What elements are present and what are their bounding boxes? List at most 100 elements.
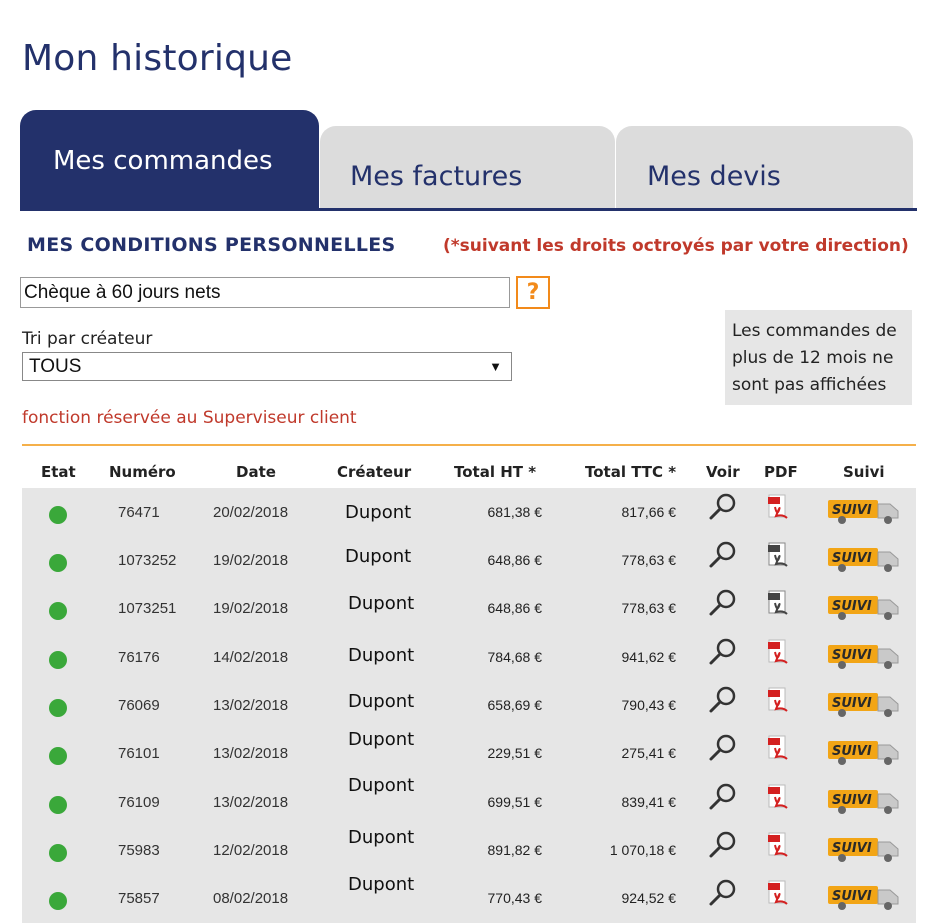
tab-label: Mes factures (350, 160, 523, 192)
suivi-truck-icon[interactable]: SUIVI (828, 594, 902, 622)
order-total-ttc: 1 070,18 € (609, 842, 676, 858)
order-total-ht: 229,51 € (487, 745, 543, 761)
suivi-label: SUIVI (832, 503, 872, 518)
table-row: 76176 14/02/2018 Dupont 784,68 € 941,62 € SUI… (22, 633, 916, 681)
column-header-numero: Numéro (109, 463, 176, 481)
section-divider (22, 444, 916, 446)
order-total-ht: 658,69 € (487, 697, 543, 713)
order-number: 76471 (118, 504, 160, 521)
table-row: 75857 08/02/2018 Dupont 770,43 € 924,52 € SUI… (22, 874, 916, 922)
tri-label: Tri par créateur (22, 329, 153, 349)
order-total-ht: 770,43 € (487, 890, 543, 906)
column-header-etat: Etat (41, 463, 76, 481)
magnifier-icon[interactable] (707, 685, 739, 715)
order-total-ht: 784,68 € (487, 649, 543, 665)
table-row: 76109 13/02/2018 Dupont 699,51 € 839,41 € SUI… (22, 775, 916, 826)
info-line: Les commandes de (732, 321, 897, 341)
table-row: 1073252 19/02/2018 Dupont 648,86 € 778,63 € S… (22, 536, 916, 584)
status-green-icon (49, 506, 67, 524)
pdf-grey-icon[interactable] (767, 590, 791, 618)
pdf-red-icon[interactable] (767, 784, 791, 812)
info-box: Les commandes de plus de 12 mois ne sont… (725, 310, 912, 405)
suivi-truck-icon[interactable]: SUIVI (828, 498, 902, 526)
magnifier-icon[interactable] (707, 830, 739, 860)
order-total-ttc: 941,62 € (621, 649, 677, 665)
order-date: 19/02/2018 (213, 600, 289, 617)
order-total-ht: 681,38 € (487, 504, 543, 520)
suivi-truck-icon[interactable]: SUIVI (828, 836, 902, 864)
order-total-ht: 891,82 € (487, 842, 543, 858)
column-header-date: Date (236, 463, 276, 481)
tab-label: Mes devis (647, 160, 781, 192)
suivi-truck-icon[interactable]: SUIVI (828, 546, 902, 574)
order-number: 1073251 (118, 600, 177, 617)
suivi-truck-icon[interactable]: SUIVI (828, 788, 902, 816)
pdf-red-icon[interactable] (767, 735, 791, 763)
status-green-icon (49, 699, 67, 717)
dropdown-arrow-icon: ▼ (489, 359, 502, 374)
magnifier-icon[interactable] (707, 492, 739, 522)
suivi-label: SUIVI (832, 696, 872, 711)
magnifier-icon[interactable] (707, 878, 739, 908)
order-creator: Dupont (348, 691, 415, 712)
order-number: 1073252 (118, 552, 177, 569)
order-creator: Dupont (348, 593, 415, 614)
order-creator: Dupont (345, 502, 412, 523)
order-total-ttc: 778,63 € (621, 600, 677, 616)
suivi-truck-icon[interactable]: SUIVI (828, 884, 902, 912)
conditions-field[interactable]: Chèque à 60 jours nets (20, 277, 510, 308)
suivi-truck-icon[interactable]: SUIVI (828, 691, 902, 719)
order-creator: Dupont (348, 729, 415, 750)
pdf-red-icon[interactable] (767, 832, 791, 860)
magnifier-icon[interactable] (707, 782, 739, 812)
pdf-red-icon[interactable] (767, 639, 791, 667)
suivi-label: SUIVI (832, 599, 872, 614)
order-total-ttc: 817,66 € (621, 504, 677, 520)
creator-filter-select[interactable]: TOUS ▼ (22, 352, 512, 381)
order-date: 13/02/2018 (213, 697, 289, 714)
order-number: 75857 (118, 890, 160, 907)
order-creator: Dupont (345, 546, 412, 567)
order-number: 76069 (118, 697, 160, 714)
suivi-truck-icon[interactable]: SUIVI (828, 643, 902, 671)
magnifier-icon[interactable] (707, 733, 739, 763)
table-row: 75983 12/02/2018 Dupont 891,82 € 1 070,18 € S… (22, 826, 916, 874)
order-total-ht: 648,86 € (487, 552, 543, 568)
order-creator: Dupont (348, 775, 415, 796)
creator-filter-value: TOUS (29, 356, 82, 377)
tab-mes-devis[interactable]: Mes devis (616, 126, 913, 208)
order-date: 20/02/2018 (213, 504, 289, 521)
suivi-label: SUIVI (832, 841, 872, 856)
orders-table: 76471 20/02/2018 Dupont 681,38 € 817,66 € SUI… (22, 488, 916, 923)
suivi-label: SUIVI (832, 889, 872, 904)
column-header-total-ht: Total HT * (454, 463, 537, 481)
tab-mes-factures[interactable]: Mes factures (320, 126, 615, 208)
pdf-grey-icon[interactable] (767, 542, 791, 570)
pdf-red-icon[interactable] (767, 880, 791, 908)
magnifier-icon[interactable] (707, 540, 739, 570)
table-row: 76471 20/02/2018 Dupont 681,38 € 817,66 € SUI… (22, 488, 916, 536)
status-green-icon (49, 796, 67, 814)
suivi-truck-icon[interactable]: SUIVI (828, 739, 902, 767)
order-number: 75983 (118, 842, 160, 859)
suivi-label: SUIVI (832, 551, 872, 566)
tab-mes-commandes[interactable]: Mes commandes (20, 110, 319, 208)
help-button[interactable]: ? (516, 276, 550, 309)
magnifier-icon[interactable] (707, 588, 739, 618)
status-green-icon (49, 892, 67, 910)
page-title: Mon historique (22, 38, 293, 79)
column-header-createur: Créateur (337, 463, 412, 481)
pdf-red-icon[interactable] (767, 687, 791, 715)
order-creator: Dupont (348, 874, 415, 895)
conditions-title: MES CONDITIONS PERSONNELLES (27, 234, 396, 256)
order-number: 76176 (118, 649, 160, 666)
pdf-red-icon[interactable] (767, 494, 791, 522)
info-line: sont pas affichées (732, 375, 887, 395)
magnifier-icon[interactable] (707, 637, 739, 667)
conditions-note: (*suivant les droits octroyés par votre … (443, 236, 909, 256)
order-total-ht: 699,51 € (487, 794, 543, 810)
column-header-total-ttc: Total TTC * (585, 463, 677, 481)
order-total-ttc: 924,52 € (621, 890, 677, 906)
table-row: 1073251 19/02/2018 Dupont 648,86 € 778,63 € S… (22, 584, 916, 632)
order-total-ttc: 778,63 € (621, 552, 677, 568)
